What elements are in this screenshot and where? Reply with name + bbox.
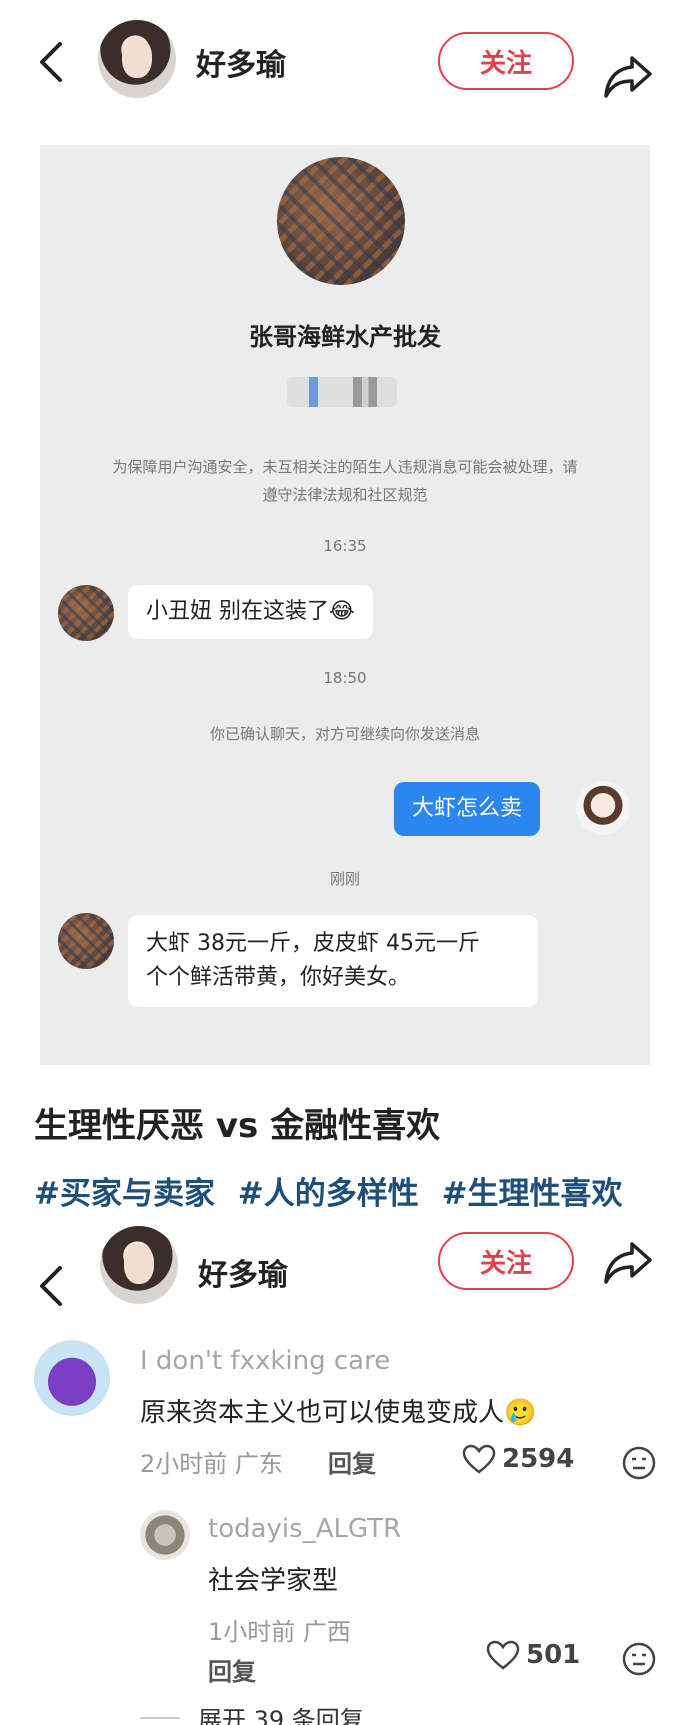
commenter-avatar[interactable] xyxy=(34,1340,110,1416)
message-line: 个个鲜活带黄，你好美女。 xyxy=(146,965,411,990)
hashtag[interactable]: #买家与卖家 xyxy=(34,1176,215,1212)
reply-button[interactable]: 回复 xyxy=(208,1652,256,1687)
message-bubble: 小丑妞 别在这装了😂 xyxy=(128,585,373,639)
hashtag[interactable]: #生理性喜欢 xyxy=(442,1176,623,1212)
post-title: 生理性厌恶 vs 金融性喜欢 xyxy=(34,1106,441,1146)
timestamp: 刚刚 xyxy=(329,870,360,888)
shop-avatar xyxy=(277,157,405,285)
reply-button[interactable]: 回复 xyxy=(328,1444,376,1479)
message-line: 大虾 38元一斤，皮皮虾 45元一斤 xyxy=(146,931,480,956)
hashtag[interactable]: #人的多样性 xyxy=(238,1176,419,1212)
comment-username[interactable]: I don't fxxking care xyxy=(140,1346,390,1376)
safety-notice: 为保障用户沟通安全，未互相关注的陌生人违规消息可能会被处理，请遵守法律法规和社区… xyxy=(112,458,578,504)
timestamp: 18:50 xyxy=(323,669,367,687)
shop-avatar-small xyxy=(58,913,114,969)
expand-replies-label[interactable]: 展开 39 条回复 xyxy=(198,1700,364,1725)
profile-name: 好多瑜 xyxy=(198,1258,288,1293)
profile-header-2: 好多瑜 关注 xyxy=(0,1220,690,1330)
chat-screenshot: 张哥海鲜水产批发 为保障用户沟通安全，未互相关注的陌生人违规消息可能会被处理，请… xyxy=(40,145,650,1065)
timestamp: 16:35 xyxy=(323,537,367,555)
system-message: 你已确认聊天，对方可继续向你发送消息 xyxy=(209,725,480,743)
like-count: 2594 xyxy=(502,1444,575,1474)
shop-avatar-small xyxy=(58,585,114,641)
comment-username[interactable]: todayis_ALGTR xyxy=(208,1514,401,1544)
commenter-avatar[interactable] xyxy=(140,1510,190,1560)
shop-name: 张哥海鲜水产批发 xyxy=(249,323,441,351)
emoji-reaction-icon[interactable] xyxy=(622,1642,656,1676)
comment-time-location: 1小时前 广西 xyxy=(208,1618,351,1646)
profile-name: 好多瑜 xyxy=(196,48,286,83)
like-count: 501 xyxy=(526,1640,581,1670)
back-icon[interactable] xyxy=(34,1264,68,1306)
avatar[interactable] xyxy=(98,20,176,98)
my-message-bubble: 大虾怎么卖 xyxy=(394,782,541,836)
tag-list: #买家与卖家 #人的多样性 #生理性喜欢 xyxy=(34,1168,635,1213)
message-bubble: 大虾 38元一斤，皮皮虾 45元一斤 个个鲜活带黄，你好美女。 xyxy=(128,915,538,1007)
back-icon[interactable] xyxy=(34,40,68,82)
comment-text: 社会学家型 xyxy=(208,1566,339,1596)
heart-icon xyxy=(462,1444,496,1474)
my-avatar xyxy=(576,781,630,835)
comment-time-location: 2小时前 广东 xyxy=(140,1450,283,1478)
emoji-reaction-icon[interactable] xyxy=(622,1446,656,1480)
profile-header: 好多瑜 关注 xyxy=(0,0,690,110)
heart-icon xyxy=(486,1640,520,1670)
expand-replies[interactable]: 展开 39 条回复 xyxy=(140,1700,364,1725)
divider xyxy=(140,1716,180,1719)
blurred-info xyxy=(287,377,397,407)
share-icon[interactable] xyxy=(602,1240,654,1286)
comment-text: 原来资本主义也可以使鬼变成人🥲 xyxy=(140,1398,537,1428)
follow-button[interactable]: 关注 xyxy=(438,32,574,90)
avatar[interactable] xyxy=(100,1226,178,1304)
follow-button[interactable]: 关注 xyxy=(438,1232,574,1290)
like-button[interactable]: 501 xyxy=(486,1640,580,1670)
like-button[interactable]: 2594 xyxy=(462,1444,574,1474)
share-icon[interactable] xyxy=(602,54,654,100)
